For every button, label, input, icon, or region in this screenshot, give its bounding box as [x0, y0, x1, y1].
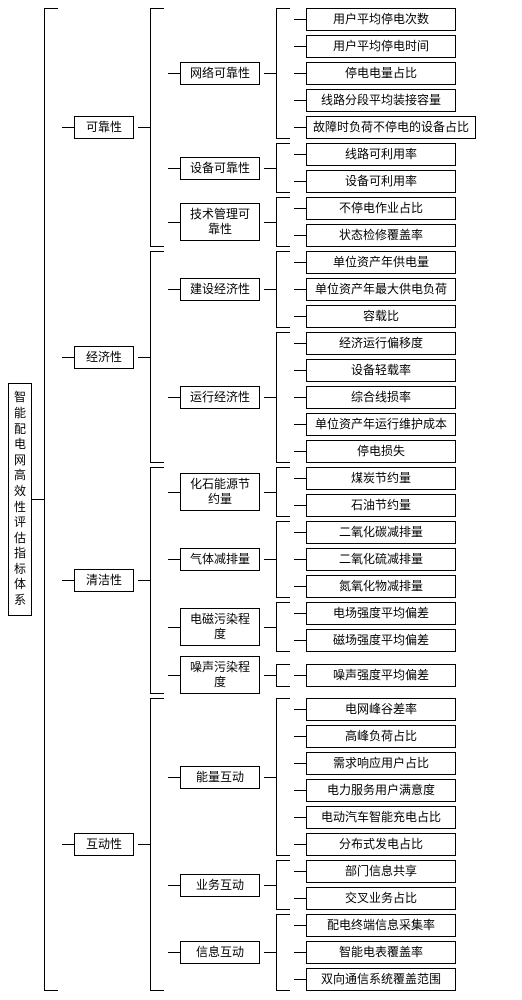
node-fossil-saving: 化石能源节约量	[180, 473, 260, 511]
hierarchy-diagram: 智能配电网高效性评估指标体系 可靠性 网络可靠性	[8, 8, 514, 991]
leaf: 双向通信系统覆盖范围	[306, 968, 456, 991]
leaf: 部门信息共享	[306, 860, 456, 883]
node-run-economy: 运行经济性	[180, 386, 260, 409]
leaf: 线路分段平均装接容量	[306, 89, 456, 112]
node-tech-mgmt-reliability: 技术管理可靠性	[180, 203, 260, 241]
node-economy: 经济性	[74, 346, 134, 369]
leaf: 电力服务用户满意度	[306, 779, 456, 802]
leaf: 状态检修覆盖率	[306, 224, 456, 247]
leaf: 设备轻载率	[306, 359, 456, 382]
leaf: 单位资产年运行维护成本	[306, 413, 456, 436]
leaf: 分布式发电占比	[306, 833, 456, 856]
connector	[32, 499, 44, 500]
node-clean: 清洁性	[74, 569, 134, 592]
leaf: 停电电量占比	[306, 62, 456, 85]
node-equip-reliability: 设备可靠性	[180, 157, 260, 180]
leaf: 容载比	[306, 305, 456, 328]
node-em-pollution: 电磁污染程度	[180, 608, 260, 646]
leaf: 单位资产年供电量	[306, 251, 456, 274]
node-gas-reduce: 气体减排量	[180, 548, 260, 571]
leaf: 经济运行偏移度	[306, 332, 456, 355]
leaf: 不停电作业占比	[306, 197, 456, 220]
bracket	[44, 8, 58, 991]
leaf: 高峰负荷占比	[306, 725, 456, 748]
leaf: 设备可利用率	[306, 170, 456, 193]
leaf: 二氧化碳减排量	[306, 521, 456, 544]
root-node: 智能配电网高效性评估指标体系	[8, 383, 32, 615]
node-business-interact: 业务互动	[180, 874, 260, 897]
leaf: 噪声强度平均偏差	[306, 664, 456, 687]
leaf: 石油节约量	[306, 494, 456, 517]
leaf: 氮氧化物减排量	[306, 575, 456, 598]
leaf: 单位资产年最大供电负荷	[306, 278, 456, 301]
leaf: 故障时负荷不停电的设备占比	[306, 116, 476, 139]
leaf: 综合线损率	[306, 386, 456, 409]
leaf: 煤炭节约量	[306, 467, 456, 490]
node-info-interact: 信息互动	[180, 941, 260, 964]
leaf: 电动汽车智能充电占比	[306, 806, 456, 829]
node-energy-interact: 能量互动	[180, 766, 260, 789]
leaf: 用户平均停电时间	[306, 35, 456, 58]
leaf: 用户平均停电次数	[306, 8, 456, 31]
node-reliability: 可靠性	[74, 116, 134, 139]
leaf: 电场强度平均偏差	[306, 602, 456, 625]
level1-children: 可靠性 网络可靠性 用户平均停电次数 用户平均停电时间	[62, 8, 476, 991]
leaf: 二氧化硫减排量	[306, 548, 456, 571]
node-build-economy: 建设经济性	[180, 278, 260, 301]
leaf: 电网峰谷差率	[306, 698, 456, 721]
node-noise-pollution: 噪声污染程度	[180, 656, 260, 694]
node-network-reliability: 网络可靠性	[180, 62, 260, 85]
leaf: 智能电表覆盖率	[306, 941, 456, 964]
leaf: 配电终端信息采集率	[306, 914, 456, 937]
node-interactive: 互动性	[74, 833, 134, 856]
leaf: 停电损失	[306, 440, 456, 463]
leaf: 需求响应用户占比	[306, 752, 456, 775]
leaf: 线路可利用率	[306, 143, 456, 166]
leaf: 磁场强度平均偏差	[306, 629, 456, 652]
leaf: 交叉业务占比	[306, 887, 456, 910]
